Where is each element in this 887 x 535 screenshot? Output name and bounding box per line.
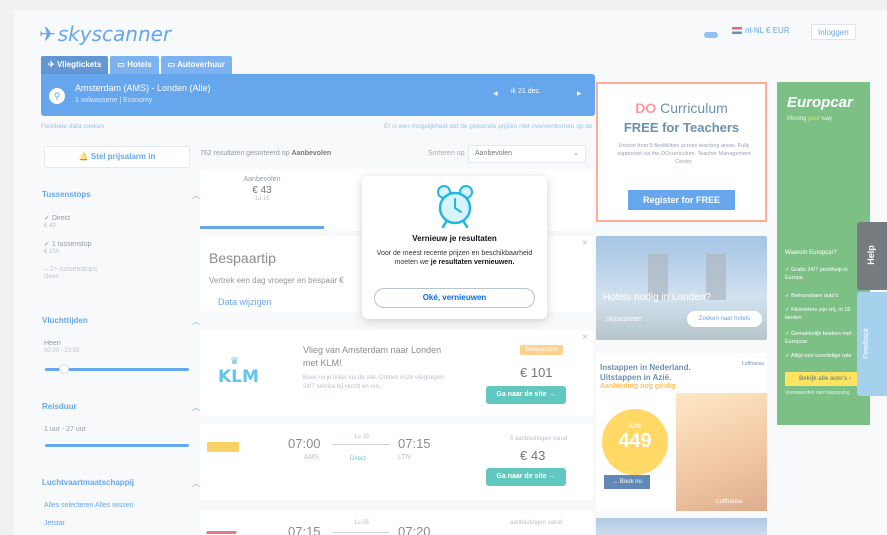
refresh-dialog: Vernieuw je resultaten Voor de meest rec… [362, 176, 547, 319]
dialog-message: Voor de meest recente prijzen en beschik… [372, 249, 537, 267]
screen: ✈ skyscanner nl-NL € EUR Inloggen ✈ Vlieg… [0, 0, 887, 535]
refresh-button[interactable]: Oké, vernieuwen [374, 288, 535, 308]
dialog-title: Vernieuw je resultaten [412, 234, 497, 243]
alarm-clock-icon [437, 185, 473, 229]
dialog-message-b: je resultaten vernieuwen. [430, 259, 515, 266]
